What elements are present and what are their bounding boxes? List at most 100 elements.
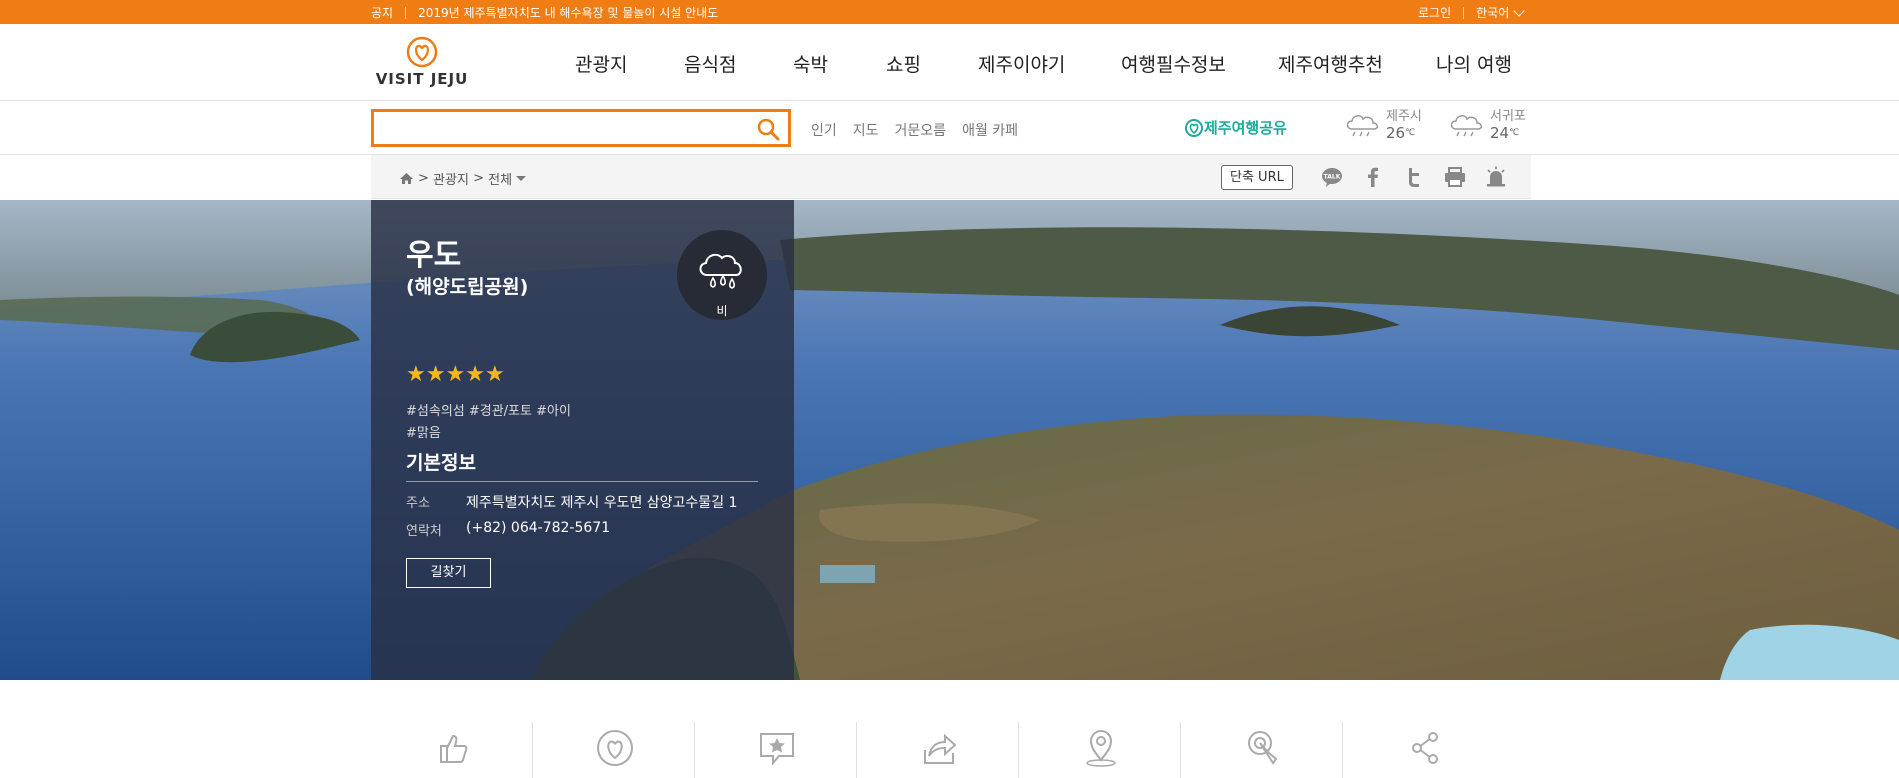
share-logo-text: 제주여행공유 (1204, 119, 1287, 137)
util-divider (1463, 6, 1465, 19)
caret-down-icon[interactable] (516, 176, 527, 181)
udo-aerial-photo (0, 200, 1899, 680)
star-icon: ★ (465, 362, 485, 387)
twitter-icon[interactable] (1403, 166, 1425, 188)
place-subtitle: (해양도립공원) (406, 276, 529, 298)
hero-section: 우도 (해양도립공원) 비 ★ ★ ★ ★ ★ #섬속의섬 #경관/포토 #아이… (0, 200, 1899, 680)
like-action[interactable] (371, 722, 533, 778)
directions-button[interactable]: 길찾기 (406, 558, 491, 588)
keyword-popular[interactable]: 인기 (811, 120, 837, 140)
nav-item-jeju-story[interactable]: 제주이야기 (978, 50, 1065, 77)
action-icon-row (371, 722, 1531, 778)
jeju-travel-share-link[interactable]: 제주여행공유 (1184, 117, 1287, 138)
short-url-button[interactable]: 단축 URL (1221, 165, 1293, 190)
address-label: 주소 (406, 496, 430, 511)
notice-text[interactable]: 2019년 제주특별자치도 내 해수욕장 및 물놀이 시설 안내도 (418, 4, 718, 21)
keyword-aewol-cafe[interactable]: 애월 카페 (962, 120, 1018, 140)
breadcrumb-separator: > (418, 171, 429, 186)
print-icon[interactable] (1444, 166, 1466, 188)
weather-badge: 비 (677, 230, 767, 320)
star-icon: ★ (445, 362, 466, 387)
weather-temp: 24 (1490, 124, 1510, 142)
cloud-rain-icon (1450, 115, 1482, 137)
basic-info-title: 기본정보 (406, 452, 476, 474)
weather-seogwipo: 서귀포 24℃ (1446, 109, 1526, 141)
alert-icon[interactable] (1485, 166, 1507, 188)
nav-item-accommodation[interactable]: 숙박 (793, 50, 828, 77)
breadcrumb: > 관광지 > 전체 (399, 169, 527, 188)
phone-label: 연락처 (406, 524, 442, 539)
address-row: 주소 제주특별자치도 제주시 우도면 삼양고수물길 1 (406, 492, 737, 512)
rain-icon (699, 253, 742, 289)
weather-city: 서귀포 (1490, 109, 1526, 124)
divider (406, 481, 758, 482)
logo-text: VISIT JEJU (375, 70, 469, 88)
location-action[interactable] (1019, 722, 1181, 778)
notice-divider (405, 6, 407, 19)
phone-value[interactable]: (+82) 064-782-5671 (466, 520, 610, 539)
chevron-down-icon[interactable] (1513, 4, 1525, 17)
login-link[interactable]: 로그인 (1418, 4, 1451, 21)
heart-logo-icon (1185, 118, 1203, 137)
notice-label: 공지 (371, 6, 394, 20)
review-action[interactable] (695, 722, 857, 778)
hashtags: #섬속의섬 #경관/포토 #아이 #맑음 (406, 401, 571, 445)
search-input[interactable] (374, 112, 744, 144)
nav-item-shopping[interactable]: 쇼핑 (886, 50, 921, 77)
click-action[interactable] (1181, 722, 1343, 778)
share-icons: TALK (1321, 166, 1526, 188)
weather-city: 제주시 (1386, 109, 1422, 124)
address-value: 제주특별자치도 제주시 우도면 삼양고수물길 1 (466, 495, 738, 511)
weather-unit: ℃ (1405, 128, 1416, 138)
hashtag-line[interactable]: #섬속의섬 #경관/포토 #아이 (406, 401, 571, 423)
language-select[interactable]: 한국어 (1476, 4, 1509, 21)
like-icon[interactable] (433, 728, 473, 768)
hashtag-line[interactable]: #맑음 (406, 423, 571, 445)
notice[interactable]: 공지 2019년 제주특별자치도 내 해수욕장 및 물놀이 시설 안내도 (371, 4, 718, 21)
keyword-geomunoreum[interactable]: 거문오름 (895, 120, 947, 140)
star-icon: ★ (484, 362, 505, 387)
location-icon[interactable] (1081, 728, 1121, 768)
place-info-panel: 우도 (해양도립공원) 비 ★ ★ ★ ★ ★ #섬속의섬 #경관/포토 #아이… (371, 200, 794, 680)
weather-unit: ℃ (1509, 128, 1520, 138)
search-row: 인기 지도 거문오름 애월 카페 제주여행공유 제주시 26℃ 서귀포 24℃ (0, 101, 1899, 155)
nav-item-my-trip[interactable]: 나의 여행 (1436, 50, 1512, 77)
nav-item-recommendations[interactable]: 제주여행추천 (1278, 50, 1383, 77)
kakaotalk-icon[interactable]: TALK (1321, 166, 1343, 188)
share-out-action[interactable] (857, 722, 1019, 778)
place-title: 우도 (406, 238, 462, 273)
notice-bar: 공지 2019년 제주특별자치도 내 해수욕장 및 물놀이 시설 안내도 로그인… (0, 0, 1899, 24)
nav-item-restaurants[interactable]: 음식점 (684, 50, 736, 77)
share-arrow-icon[interactable] (919, 728, 959, 768)
nav-item-travel-info[interactable]: 여행필수정보 (1121, 50, 1226, 77)
breadcrumb-bar: > 관광지 > 전체 단축 URL TALK (371, 155, 1531, 199)
heart-icon[interactable] (595, 728, 635, 768)
home-icon[interactable] (399, 172, 414, 185)
search-box (371, 109, 791, 147)
visit-jeju-logo[interactable]: VISIT JEJU (371, 36, 473, 92)
star-icon: ★ (406, 362, 426, 387)
svg-text:TALK: TALK (1324, 174, 1341, 181)
star-icon: ★ (425, 362, 446, 387)
share-action[interactable] (1343, 722, 1505, 778)
review-icon[interactable] (757, 728, 797, 768)
favorite-action[interactable] (533, 722, 695, 778)
click-icon[interactable] (1243, 728, 1283, 768)
share-icon[interactable] (1405, 728, 1445, 768)
jeju-heart-logo-icon (406, 36, 438, 68)
rating-stars: ★ ★ ★ ★ ★ (406, 364, 505, 386)
breadcrumb-all[interactable]: 전체 (488, 169, 512, 188)
cloud-rain-icon (1346, 115, 1378, 137)
breadcrumb-attractions[interactable]: 관광지 (433, 169, 469, 188)
weather-label: 비 (716, 304, 728, 318)
phone-row: 연락처 (+82) 064-782-5671 (406, 520, 610, 539)
util-menu: 로그인 한국어 (1418, 4, 1525, 21)
weather-jeju: 제주시 26℃ (1342, 109, 1422, 141)
search-icon[interactable] (756, 117, 780, 141)
facebook-icon[interactable] (1362, 166, 1384, 188)
header: VISIT JEJU 관광지 음식점 숙박 쇼핑 제주이야기 여행필수정보 제주… (0, 24, 1899, 101)
quick-keywords: 인기 지도 거문오름 애월 카페 (811, 120, 1034, 140)
keyword-map[interactable]: 지도 (853, 120, 879, 140)
breadcrumb-separator: > (473, 171, 484, 186)
nav-item-attractions[interactable]: 관광지 (575, 50, 627, 77)
